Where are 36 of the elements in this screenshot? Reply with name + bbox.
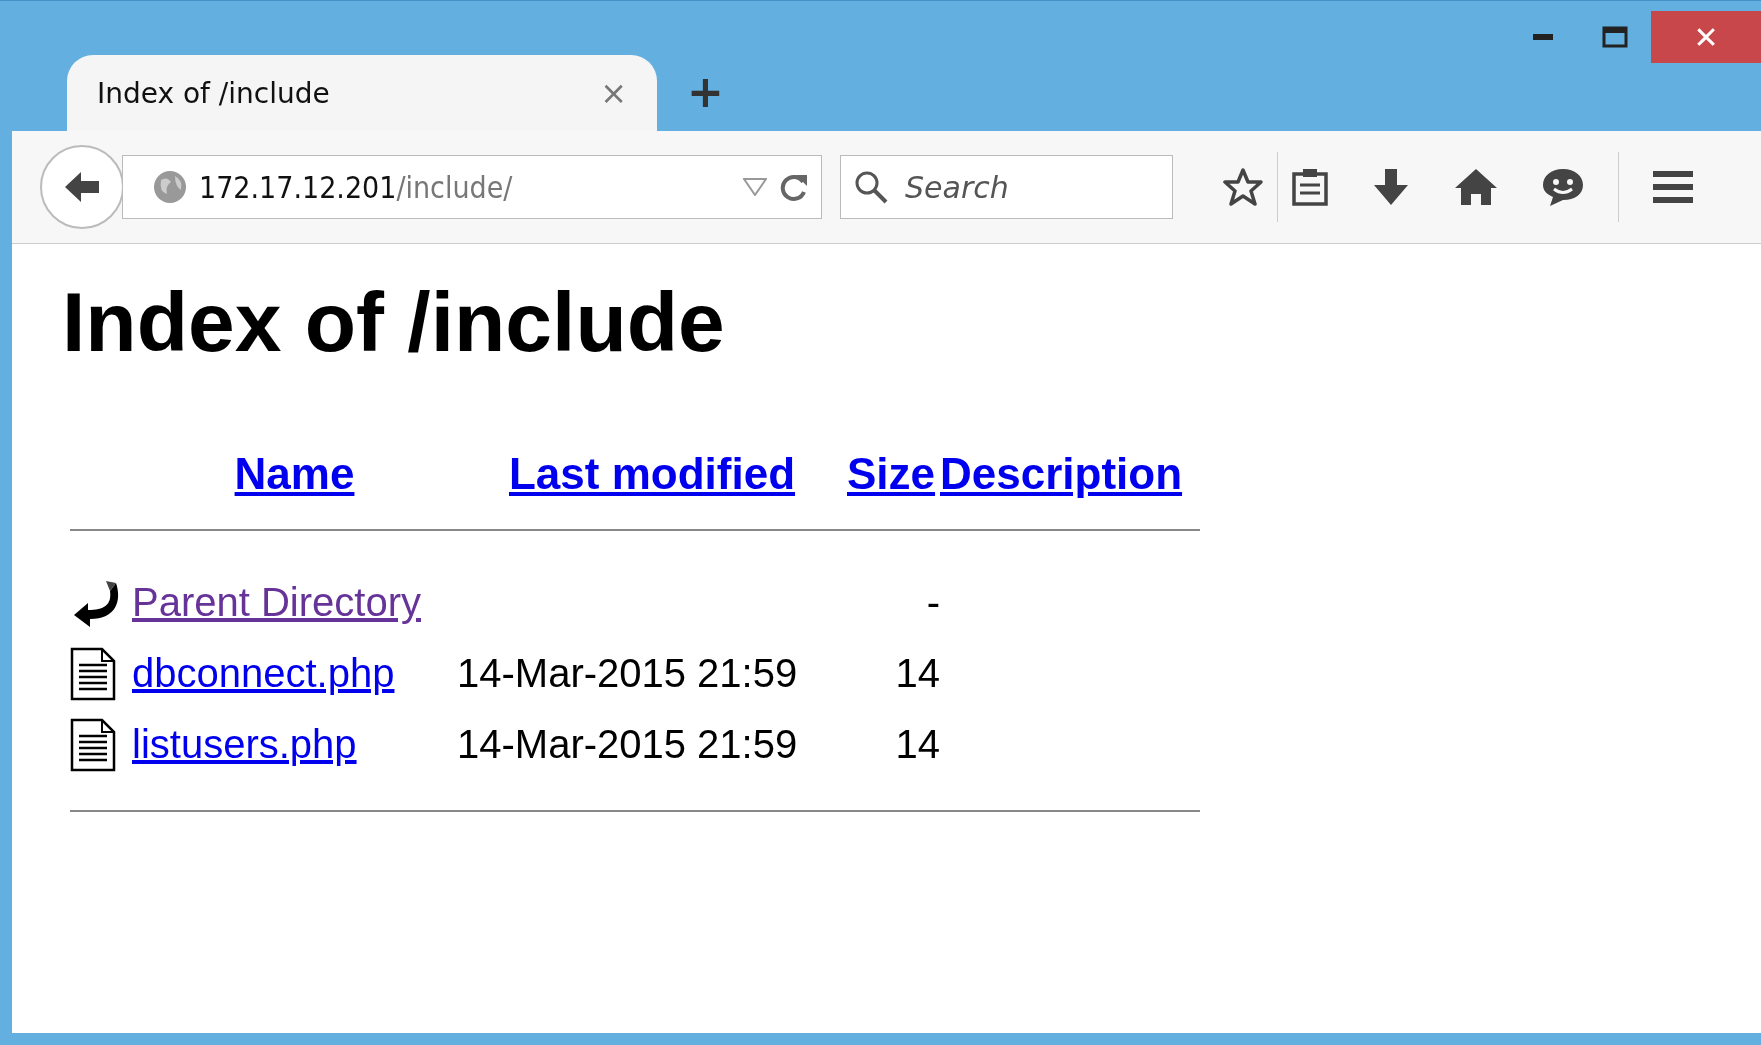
search-icon xyxy=(854,170,888,204)
home-icon[interactable] xyxy=(1454,168,1498,206)
file-link[interactable]: listusers.php xyxy=(132,722,357,767)
tab-close-button[interactable]: × xyxy=(600,74,627,112)
file-size: 14 xyxy=(895,722,940,767)
url-path: /include/ xyxy=(396,169,514,205)
search-field[interactable]: Search xyxy=(840,155,1173,219)
file-size: - xyxy=(926,580,940,625)
modified-date: 14-Mar-2015 21:59 xyxy=(457,651,798,696)
close-button[interactable]: ✕ xyxy=(1651,11,1761,63)
file-size: 14 xyxy=(895,651,940,696)
new-tab-button[interactable]: + xyxy=(687,66,724,117)
download-icon[interactable] xyxy=(1372,168,1410,206)
speech-bubble-smiley-icon[interactable] xyxy=(1542,167,1584,207)
star-icon[interactable] xyxy=(1223,168,1263,206)
column-header-link[interactable]: Size xyxy=(847,449,936,520)
document-icon xyxy=(70,646,116,701)
maximize-icon[interactable] xyxy=(1602,26,1628,48)
file-link[interactable]: dbconnect.php xyxy=(132,651,395,696)
back-arrow-icon xyxy=(63,170,101,204)
tab-title: Index of /include xyxy=(97,76,330,110)
clipboard-icon[interactable] xyxy=(1292,168,1328,206)
column-header-link[interactable]: Last modified xyxy=(509,449,795,520)
browser-tab[interactable]: Index of /include × xyxy=(67,55,657,131)
page-heading: Index of /include xyxy=(62,274,726,371)
document-icon xyxy=(70,717,116,772)
reload-icon[interactable] xyxy=(779,172,809,202)
address-bar[interactable]: 172.17.12.201/include/ xyxy=(122,155,822,219)
file-link[interactable]: Parent Directory xyxy=(132,580,421,625)
globe-icon xyxy=(153,170,187,204)
column-header-link[interactable]: Name xyxy=(234,449,355,520)
menu-icon[interactable] xyxy=(1653,171,1693,203)
column-header-link[interactable]: Description xyxy=(940,449,1183,520)
dropdown-triangle-icon[interactable] xyxy=(743,178,767,196)
modified-date: 14-Mar-2015 21:59 xyxy=(457,722,798,767)
url-host: 172.17.12.201 xyxy=(199,169,397,205)
